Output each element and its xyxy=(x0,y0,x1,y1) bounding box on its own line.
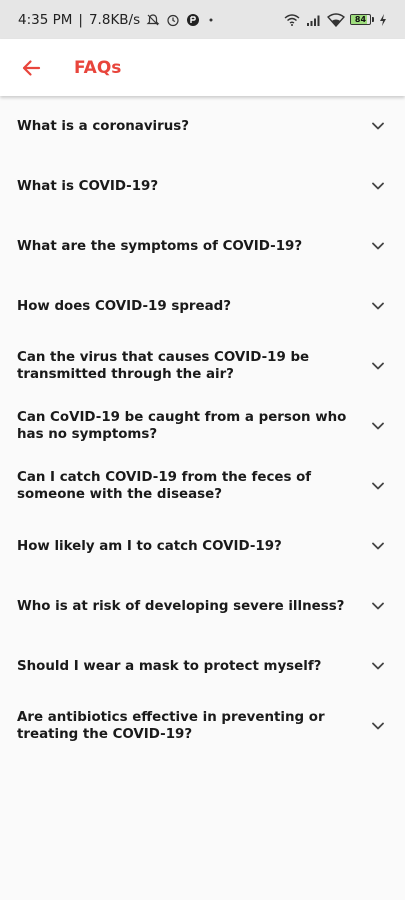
chevron-down-icon[interactable] xyxy=(371,359,385,373)
faq-item[interactable]: What is COVID-19? xyxy=(0,156,405,216)
chevron-down-icon[interactable] xyxy=(371,239,385,253)
dot-icon xyxy=(206,13,216,27)
chevron-down-icon[interactable] xyxy=(371,719,385,733)
app-icon xyxy=(186,13,200,27)
status-bar-right: 84 xyxy=(283,12,387,27)
back-button[interactable] xyxy=(16,53,46,83)
faq-question: Who is at risk of developing severe illn… xyxy=(17,598,345,614)
status-separator: | xyxy=(78,11,83,28)
faq-item[interactable]: How likely am I to catch COVID-19? xyxy=(0,516,405,576)
chevron-down-icon[interactable] xyxy=(371,119,385,133)
faq-item[interactable]: What are the symptoms of COVID-19? xyxy=(0,216,405,276)
chevron-down-icon[interactable] xyxy=(371,179,385,193)
chevron-down-icon[interactable] xyxy=(371,599,385,613)
mute-icon xyxy=(146,13,160,27)
faq-question: Can the virus that causes COVID-19 be tr… xyxy=(17,350,310,382)
faq-item[interactable]: Can I catch COVID-19 from the feces of s… xyxy=(0,456,405,516)
faq-question: Can I catch COVID-19 from the feces of s… xyxy=(17,470,312,502)
faq-item[interactable]: What is a coronavirus? xyxy=(0,96,405,156)
faq-question: Should I wear a mask to protect myself? xyxy=(17,658,322,674)
faq-question: What are the symptoms of COVID-19? xyxy=(17,238,303,254)
battery-icon: 84 xyxy=(350,14,374,25)
chevron-down-icon[interactable] xyxy=(371,419,385,433)
faq-item[interactable]: Can the virus that causes COVID-19 be tr… xyxy=(0,336,405,396)
status-bar: 4:35 PM | 7.8KB/s 84 xyxy=(0,0,405,39)
wifi-icon xyxy=(327,12,345,27)
faq-list: What is a coronavirus? What is COVID-19?… xyxy=(0,96,405,756)
status-bar-left: 4:35 PM | 7.8KB/s xyxy=(18,12,216,28)
faq-question: Are antibiotics effective in preventing … xyxy=(17,710,325,742)
signal-icon xyxy=(306,13,322,27)
charging-icon xyxy=(379,13,387,27)
faq-item[interactable]: Can CoVID-19 be caught from a person who… xyxy=(0,396,405,456)
hotspot-icon xyxy=(283,13,301,27)
page-title: FAQs xyxy=(74,57,122,78)
faq-item[interactable]: Who is at risk of developing severe illn… xyxy=(0,576,405,636)
faq-question: What is COVID-19? xyxy=(17,178,159,194)
chevron-down-icon[interactable] xyxy=(371,539,385,553)
faq-question: How likely am I to catch COVID-19? xyxy=(17,538,282,554)
alarm-icon xyxy=(166,13,180,27)
faq-item[interactable]: Should I wear a mask to protect myself? xyxy=(0,636,405,696)
back-arrow-icon xyxy=(21,59,41,77)
battery-level: 84 xyxy=(354,14,367,24)
faq-question: How does COVID-19 spread? xyxy=(17,298,231,314)
app-bar: FAQs xyxy=(0,39,405,96)
chevron-down-icon[interactable] xyxy=(371,479,385,493)
faq-item[interactable]: Are antibiotics effective in preventing … xyxy=(0,696,405,756)
faq-item[interactable]: How does COVID-19 spread? xyxy=(0,276,405,336)
chevron-down-icon[interactable] xyxy=(371,659,385,673)
status-time: 4:35 PM xyxy=(18,11,73,28)
network-speed: 7.8KB/s xyxy=(88,11,141,28)
faq-question: Can CoVID-19 be caught from a person who… xyxy=(17,410,347,442)
chevron-down-icon[interactable] xyxy=(371,299,385,313)
faq-question: What is a coronavirus? xyxy=(17,118,190,134)
